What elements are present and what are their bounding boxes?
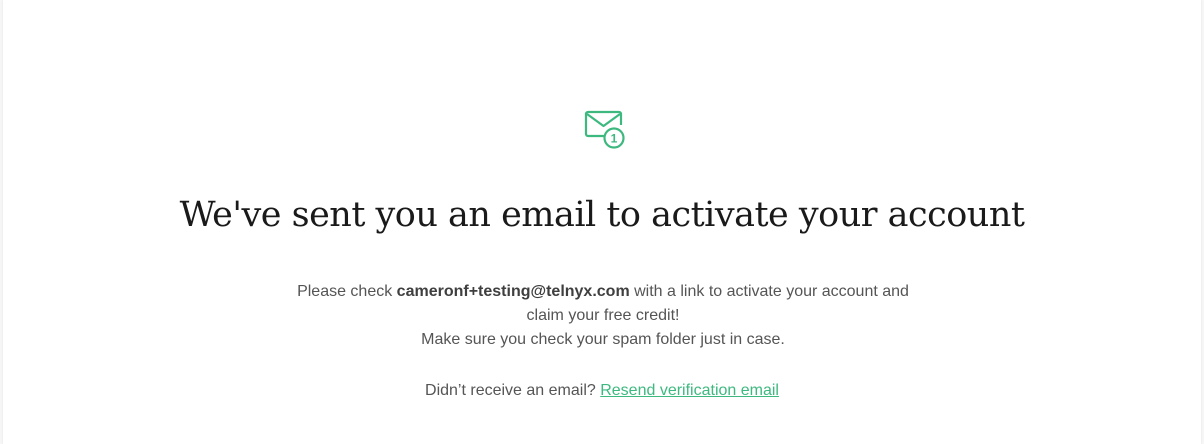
mail-notification-icon: 1 [584,110,626,152]
resend-prompt: Didn’t receive an email? [425,382,601,399]
message-prefix: Please check [297,283,397,300]
spam-note: Make sure you check your spam folder jus… [421,331,785,348]
resend-row: Didn’t receive an email? Resend verifica… [3,379,1201,403]
instructions-text: Please check cameronf+testing@telnyx.com… [278,280,928,352]
badge-count: 1 [611,132,618,146]
email-address: cameronf+testing@telnyx.com [396,283,630,300]
resend-verification-link[interactable]: Resend verification email [600,382,779,399]
verification-card: 1 We've sent you an email to activate yo… [3,0,1201,444]
page-title: We've sent you an email to activate your… [179,195,1025,235]
